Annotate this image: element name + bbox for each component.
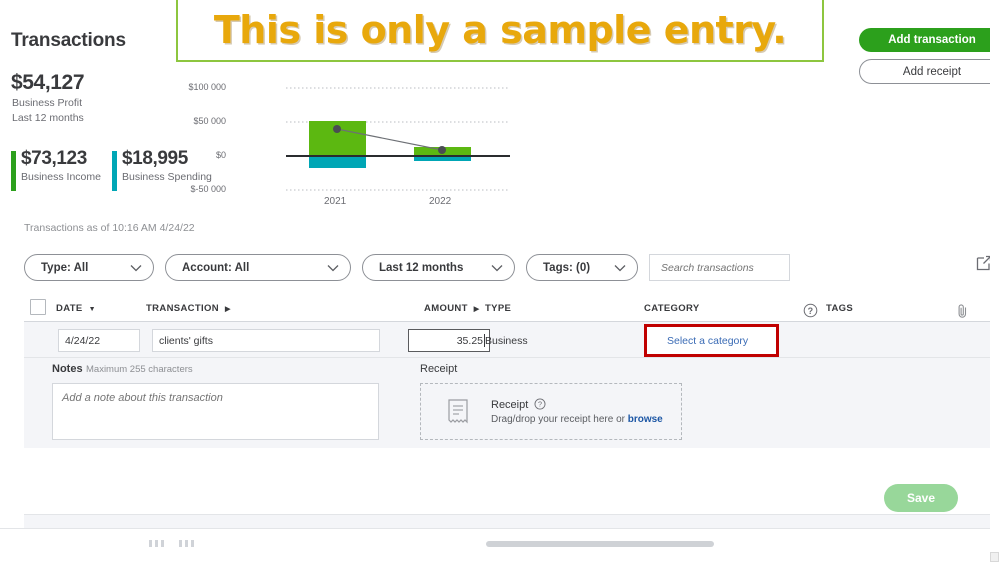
filter-account-label: Account: All [182, 261, 250, 274]
chart-svg [286, 87, 510, 191]
notes-box[interactable] [52, 383, 379, 440]
detail-bottom-strip [24, 514, 999, 528]
search-input[interactable] [659, 260, 800, 275]
kpi-spending-value: $18,995 [122, 148, 188, 169]
filter-tags-dropdown[interactable]: Tags: (0) [526, 254, 638, 281]
column-header-amount-label: AMOUNT [424, 303, 468, 314]
chevron-down-icon [614, 264, 626, 271]
add-receipt-button[interactable]: Add receipt [859, 59, 999, 84]
help-circle-icon[interactable]: ? [803, 303, 818, 318]
filter-tags-label: Tags: (0) [543, 261, 591, 274]
receipt-label: Receipt [420, 363, 458, 375]
chart-ytick-100k: $100 000 [188, 82, 226, 92]
chart-ytick-0: $0 [215, 150, 226, 160]
svg-text:?: ? [808, 306, 814, 316]
table-row: 4/24/22 clients' gifts 35.25 Business Se… [24, 322, 999, 358]
chevron-down-icon [327, 264, 339, 271]
page-title: Transactions [11, 30, 126, 51]
next-row-placeholder-date [149, 540, 164, 547]
receipt-browse-link[interactable]: browse [628, 414, 663, 425]
transaction-amount-value: 35.25 [456, 334, 483, 347]
search-transactions-box[interactable] [649, 254, 800, 281]
receipt-icon [448, 398, 468, 423]
kpi-income-label: Business Income [21, 171, 101, 183]
sort-desc-icon: ▼ [88, 306, 96, 313]
category-placeholder-label: Select a category [667, 334, 749, 347]
column-header-date[interactable]: DATE ▼ [56, 303, 96, 314]
chart-xtick-2022: 2022 [429, 196, 452, 207]
notes-hint: Maximum 255 characters [86, 364, 193, 375]
filter-bar: Type: All Account: All Last 12 months Ta… [24, 254, 800, 281]
kpi-income-value: $73,123 [21, 148, 87, 169]
filter-type-dropdown[interactable]: Type: All [24, 254, 154, 281]
notes-input[interactable] [53, 384, 378, 439]
sample-entry-banner: This is only a sample entry. [176, 0, 824, 62]
business-profit-period: Last 12 months [12, 112, 84, 124]
transaction-detail-area: Notes Maximum 255 characters Receipt Rec… [24, 358, 999, 448]
transactions-panel: Transactions as of 10:16 AM 4/24/22 Type… [0, 218, 999, 562]
business-profit-label: Business Profit [12, 97, 83, 109]
receipt-dropzone-subtitle: Drag/drop your receipt here or browse [491, 414, 663, 425]
next-row-placeholder-desc [179, 540, 194, 547]
column-header-transaction-label: TRANSACTION [146, 303, 219, 314]
scroll-up-arrow-icon[interactable] [990, 552, 999, 562]
save-button[interactable]: Save [884, 484, 958, 512]
horizontal-scrollbar[interactable] [486, 541, 714, 547]
chart-xtick-2021: 2021 [324, 196, 347, 207]
column-header-transaction[interactable]: TRANSACTION ▶ [146, 303, 231, 314]
transaction-description-input[interactable]: clients' gifts [152, 329, 380, 352]
column-header-date-label: DATE [56, 303, 83, 314]
paperclip-icon [958, 304, 967, 318]
filter-account-dropdown[interactable]: Account: All [165, 254, 351, 281]
sort-right-icon: ▶ [473, 306, 480, 313]
receipt-drop-text: Drag/drop your receipt here or [491, 414, 628, 425]
notes-label: Notes [52, 363, 83, 375]
receipt-dropzone-title-text: Receipt [491, 399, 529, 411]
chart-ytick-50k: $50 000 [193, 116, 226, 126]
receipt-dropzone-title: Receipt ? [491, 398, 663, 411]
column-header-type: TYPE [485, 303, 512, 314]
help-circle-icon[interactable]: ? [534, 398, 546, 410]
filter-date-range-dropdown[interactable]: Last 12 months [362, 254, 515, 281]
select-all-checkbox[interactable] [30, 299, 46, 315]
sort-right-icon: ▶ [225, 306, 231, 313]
transactions-as-of-text: Transactions as of 10:16 AM 4/24/22 [24, 222, 195, 234]
summary-header: Transactions $54,127 Business Profit Las… [0, 0, 999, 218]
income-spending-chart: $100 000 $50 000 $0 $-50 000 2021 2022 [188, 76, 518, 208]
header-actions: Add transaction Add receipt [859, 28, 999, 84]
kpi-income-accent-bar [11, 151, 16, 191]
sample-entry-banner-text: This is only a sample entry. [213, 8, 787, 52]
column-header-category: CATEGORY [644, 303, 700, 314]
chart-ytick-neg50k: $-50 000 [190, 184, 226, 194]
transaction-amount-input[interactable]: 35.25 [408, 329, 490, 352]
vertical-scrollbar[interactable] [990, 0, 999, 562]
panel-bottom-divider [0, 528, 999, 529]
transaction-date-input[interactable]: 4/24/22 [58, 329, 140, 352]
business-profit-amount: $54,127 [11, 71, 85, 94]
svg-text:?: ? [538, 400, 542, 409]
chevron-down-icon [491, 264, 503, 271]
kpi-business-income: $73,123 Business Income [11, 148, 101, 191]
column-header-tags: TAGS [826, 303, 854, 314]
kpi-spending-label: Business Spending [122, 171, 212, 183]
column-header-amount[interactable]: AMOUNT ▶ [424, 303, 480, 314]
transaction-type-value: Business [485, 335, 528, 347]
table-header-row: DATE ▼ TRANSACTION ▶ AMOUNT ▶ TYPE CATEG… [24, 295, 999, 322]
kpi-spending-accent-bar [112, 151, 117, 191]
kpi-business-spending: $18,995 Business Spending [112, 148, 212, 191]
filter-date-range-label: Last 12 months [379, 261, 464, 274]
transaction-category-select[interactable]: Select a category [644, 324, 779, 357]
chevron-down-icon [130, 264, 142, 271]
add-transaction-button[interactable]: Add transaction [859, 28, 999, 52]
filter-type-label: Type: All [41, 261, 89, 274]
receipt-dropzone[interactable]: Receipt ? Drag/drop your receipt here or… [420, 383, 682, 440]
